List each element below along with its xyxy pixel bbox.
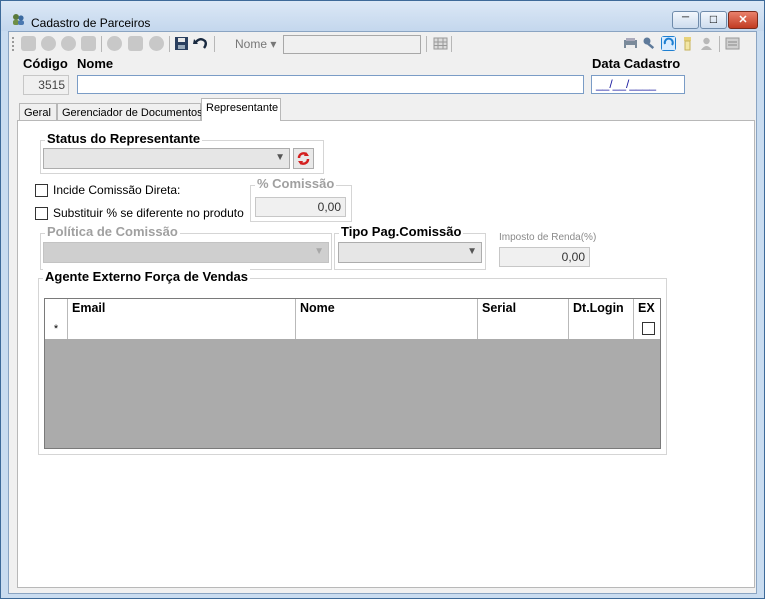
refresh-window-icon[interactable]	[661, 36, 676, 51]
toolbar-separator	[451, 36, 452, 52]
grid-col-email[interactable]: Email	[68, 299, 296, 319]
config-key-icon[interactable]	[642, 36, 657, 51]
chevron-down-icon: ▼	[467, 246, 477, 257]
maximize-icon: □	[709, 12, 718, 26]
grid-col-ex[interactable]: EX	[634, 299, 660, 319]
status-title: Status do Representante	[45, 131, 203, 146]
save-icon[interactable]	[174, 36, 189, 51]
grid-cell-nome[interactable]	[296, 319, 478, 339]
status-select[interactable]: ▼	[43, 148, 290, 169]
app-window: Cadastro de Parceiros ─ □ ✕ Nome ▾ Códig…	[0, 0, 765, 599]
title-bar[interactable]: Cadastro de Parceiros ─ □ ✕	[1, 1, 764, 31]
undo-icon[interactable]	[193, 36, 208, 51]
minimize-button[interactable]: ─	[672, 11, 699, 29]
toolbar-grip[interactable]	[12, 37, 14, 51]
form-client-area: Nome ▾ Código Nome Data Cadastro 3515 __…	[8, 31, 757, 594]
grid-cell-serial[interactable]	[478, 319, 569, 339]
ex-checkbox[interactable]	[642, 322, 655, 335]
agente-groupbox: Agente Externo Força de Vendas Email Nom…	[38, 269, 667, 455]
imposto-field: 0,00	[499, 247, 590, 267]
grid-view-icon[interactable]	[433, 36, 448, 51]
grid-cell-ex	[634, 319, 660, 339]
toolbar-separator	[426, 36, 427, 52]
imposto-label: Imposto de Renda(%)	[499, 232, 597, 243]
tab-geral[interactable]: Geral	[19, 103, 57, 121]
report-icon[interactable]	[623, 36, 638, 51]
status-refresh-button[interactable]	[293, 148, 314, 169]
toolbar-separator	[101, 36, 102, 52]
next-record-icon[interactable]	[61, 36, 76, 51]
search-input[interactable]	[283, 35, 421, 54]
add-icon[interactable]	[107, 36, 122, 51]
grid-col-dtlogin[interactable]: Dt.Login	[569, 299, 634, 319]
representante-tab-page: Status do Representante ▼ Incide Comissã…	[17, 120, 755, 588]
refresh-icon	[297, 152, 310, 165]
tipo-pag-title: Tipo Pag.Comissão	[339, 224, 464, 239]
nome-label: Nome	[77, 56, 114, 71]
agente-grid[interactable]: Email Nome Serial Dt.Login EX *	[44, 298, 661, 449]
new-row-marker: *	[45, 319, 68, 339]
window-title: Cadastro de Parceiros	[31, 16, 151, 30]
tab-gerenciador-documentos[interactable]: Gerenciador de Documentos	[57, 103, 203, 121]
data-cadastro-input[interactable]: __/__/____	[591, 75, 685, 94]
maximize-button[interactable]: □	[700, 11, 727, 29]
search-field-dropdown[interactable]: Nome ▾	[235, 37, 276, 51]
toolbar: Nome ▾	[9, 32, 756, 56]
previous-record-icon[interactable]	[41, 36, 56, 51]
grid-col-nome[interactable]: Nome	[296, 299, 478, 319]
last-record-icon[interactable]	[81, 36, 96, 51]
substituir-label: Substituir % se diferente no produto	[53, 206, 244, 220]
politica-select[interactable]: ▼	[43, 242, 329, 263]
grid-row-header-corner	[45, 299, 68, 319]
first-record-icon[interactable]	[21, 36, 36, 51]
partners-app-icon	[13, 14, 24, 25]
grid-header-row: Email Nome Serial Dt.Login EX	[45, 299, 660, 319]
incide-comissao-label: Incide Comissão Direta:	[53, 183, 181, 197]
tab-representante[interactable]: Representante	[201, 98, 281, 121]
tipo-pag-select[interactable]: ▼	[338, 242, 482, 263]
chevron-down-icon: ▼	[314, 246, 324, 257]
comissao-title: % Comissão	[255, 176, 337, 191]
filter-icon[interactable]	[680, 36, 695, 51]
close-icon: ✕	[738, 14, 748, 26]
nome-input[interactable]	[77, 75, 584, 94]
agente-title: Agente Externo Força de Vendas	[43, 269, 251, 284]
edit-icon[interactable]	[128, 36, 143, 51]
grid-new-row[interactable]: *	[45, 319, 660, 339]
chevron-down-icon: ▼	[275, 152, 285, 163]
grid-cell-email[interactable]	[68, 319, 296, 339]
incide-comissao-checkbox[interactable]	[35, 184, 48, 197]
data-cadastro-label: Data Cadastro	[592, 56, 681, 71]
grid-col-serial[interactable]: Serial	[478, 299, 569, 319]
comissao-field: 0,00	[255, 197, 346, 217]
codigo-field: 3515	[23, 75, 69, 95]
grid-cell-dtlogin[interactable]	[569, 319, 634, 339]
codigo-label: Código	[23, 56, 68, 71]
delete-icon[interactable]	[149, 36, 164, 51]
user-icon[interactable]	[699, 36, 714, 51]
substituir-checkbox[interactable]	[35, 207, 48, 220]
toolbar-separator	[169, 36, 170, 52]
close-button[interactable]: ✕	[728, 11, 758, 29]
minimize-icon: ─	[681, 12, 690, 23]
menu-icon[interactable]	[725, 36, 740, 51]
toolbar-separator	[214, 36, 215, 52]
politica-title: Política de Comissão	[45, 224, 180, 239]
toolbar-separator	[719, 36, 720, 52]
